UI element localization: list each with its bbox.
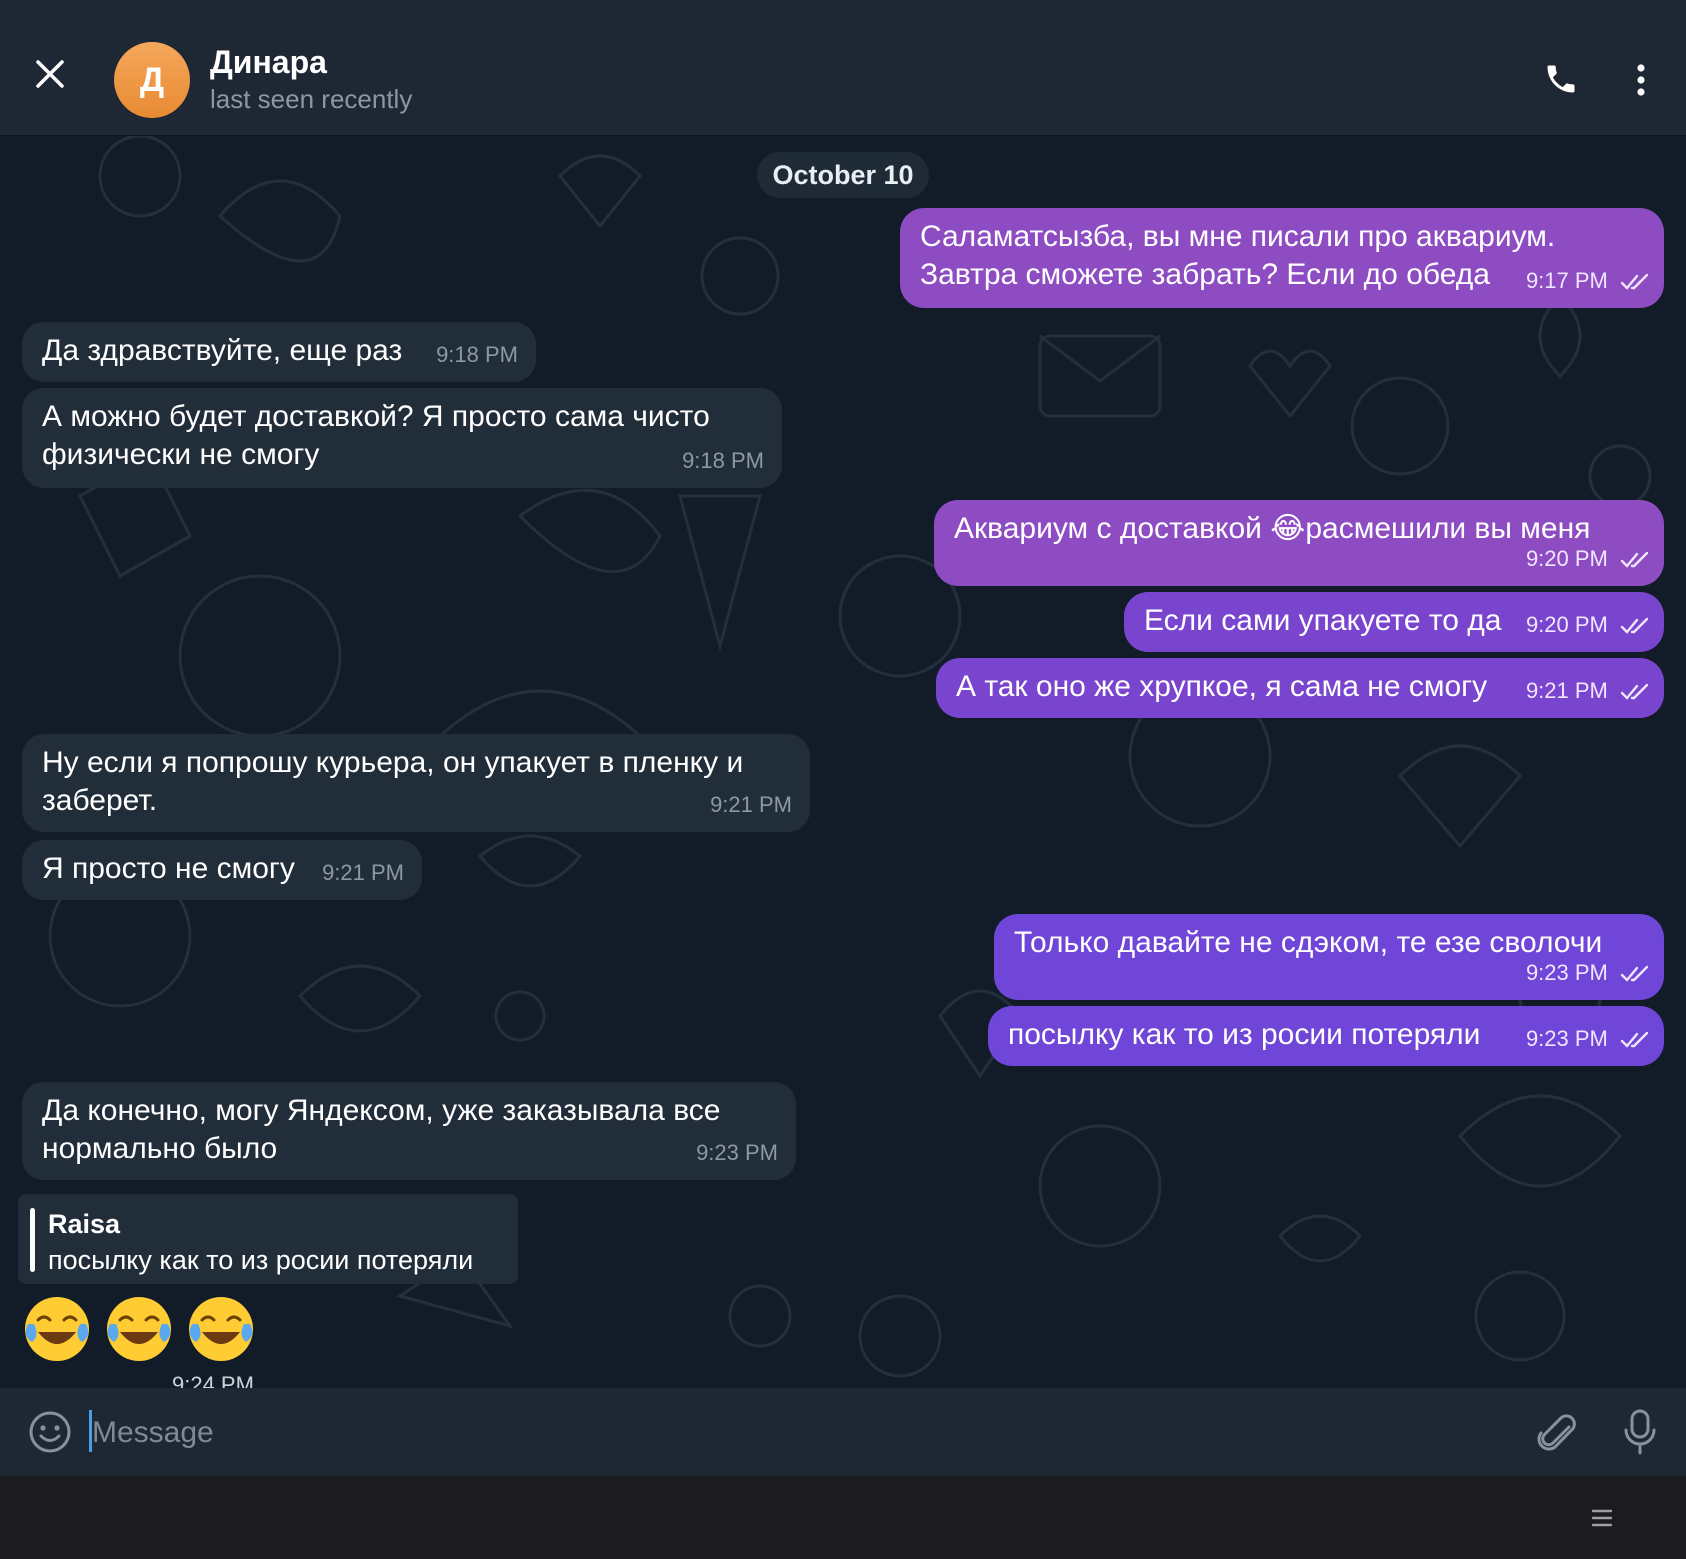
contact-name[interactable]: Динара [210,44,327,81]
paperclip-icon [1537,1414,1576,1451]
tears-of-joy-emoji-icon [189,1297,253,1361]
message-outgoing[interactable]: Саламатсызба, вы мне писали про аквариум… [900,208,1664,308]
system-navigation-bar [0,1476,1686,1559]
date-separator: October 10 [757,152,929,198]
contact-status: last seen recently [210,84,413,114]
menu-button[interactable] [1586,1498,1618,1538]
voice-button[interactable] [1614,1406,1666,1458]
hamburger-icon [1591,1509,1613,1527]
message-incoming[interactable]: Да конечно, могу Яндексом, уже заказывал… [22,1082,796,1180]
message-time: 9:23 PM [1525,1026,1608,1051]
message-time: 9:21 PM [322,860,404,885]
double-check-icon [1620,965,1649,982]
message-meta: 9:20 PM [1526,540,1650,578]
message-time: 9:23 PM [1525,960,1608,985]
chat-header: Д Динара last seen recently [0,0,1686,136]
message-outgoing[interactable]: Только давайте не сдэком, те езе сволочи… [994,914,1664,1000]
message-outgoing[interactable]: Если сами упакуете то да 9:20 PM [1124,592,1664,652]
smile-icon [29,1411,71,1453]
message-text: Ну если я попрошу курьера, он упакует в … [42,746,744,817]
message-time: 9:20 PM [1525,546,1608,571]
message-incoming[interactable]: А можно будет доставкой? Я просто сама ч… [22,388,782,488]
double-check-icon [1620,1031,1649,1048]
message-outgoing[interactable]: А так оно же хрупкое, я сама не смогу 9:… [936,658,1664,718]
microphone-icon [1624,1409,1656,1455]
call-button[interactable] [1534,52,1588,106]
tears-of-joy-emoji-icon [107,1297,171,1361]
message-meta: 9:23 PM [1526,954,1650,992]
attach-button[interactable] [1530,1406,1582,1458]
message-time: 9:24 PM [172,1372,254,1388]
more-vertical-icon [1637,64,1645,96]
message-time: 9:18 PM [682,448,764,473]
message-time: 9:21 PM [710,792,792,817]
chat-area[interactable]: October 10 Саламатсызба, вы мне писали п… [0,136,1686,1388]
emoji-button[interactable] [24,1406,76,1458]
reply-author: Raisa [48,1209,121,1239]
more-button[interactable] [1618,56,1664,104]
close-button[interactable] [22,46,78,102]
message-text: Да конечно, могу Яндексом, уже заказывал… [42,1094,721,1165]
message-input[interactable] [90,1406,1494,1460]
phone-icon [1547,65,1575,93]
message-outgoing[interactable]: Аквариум с доставкой 😂расмешили вы меня … [934,500,1664,586]
message-meta: 9:23 PM [1526,1020,1650,1058]
tears-of-joy-emoji-icon [25,1297,89,1361]
message-time: 9:21 PM [1525,678,1608,703]
double-check-icon [1620,551,1649,568]
double-check-icon [1620,617,1649,634]
message-time: 9:20 PM [1525,612,1608,637]
close-icon [36,60,64,88]
message-outgoing[interactable]: посылку как то из росии потеряли 9:23 PM [988,1006,1664,1066]
double-check-icon [1620,683,1649,700]
message-time: 9:18 PM [436,342,518,367]
reply-quote[interactable]: Raisa посылку как то из росии потеряли [18,1194,518,1284]
double-check-icon [1620,273,1649,290]
message-composer [0,1388,1686,1476]
message-incoming[interactable]: Да здравствуйте, еще раз 9:18 PM [22,322,536,382]
reply-bar [30,1208,35,1272]
message-time: 9:23 PM [696,1140,778,1165]
reply-text: посылку как то из росии потеряли [48,1245,474,1275]
emoji-message[interactable] [22,1294,256,1364]
message-incoming[interactable]: Я просто не смогу 9:21 PM [22,840,422,900]
message-text: А можно будет доставкой? Я просто сама ч… [42,400,710,471]
message-meta: 9:17 PM [1526,262,1650,300]
message-incoming[interactable]: Ну если я попрошу курьера, он упакует в … [22,734,810,832]
avatar[interactable]: Д [114,42,190,118]
message-meta: 9:20 PM [1526,606,1650,644]
message-meta: 9:21 PM [1526,672,1650,710]
message-time: 9:17 PM [1525,268,1608,293]
